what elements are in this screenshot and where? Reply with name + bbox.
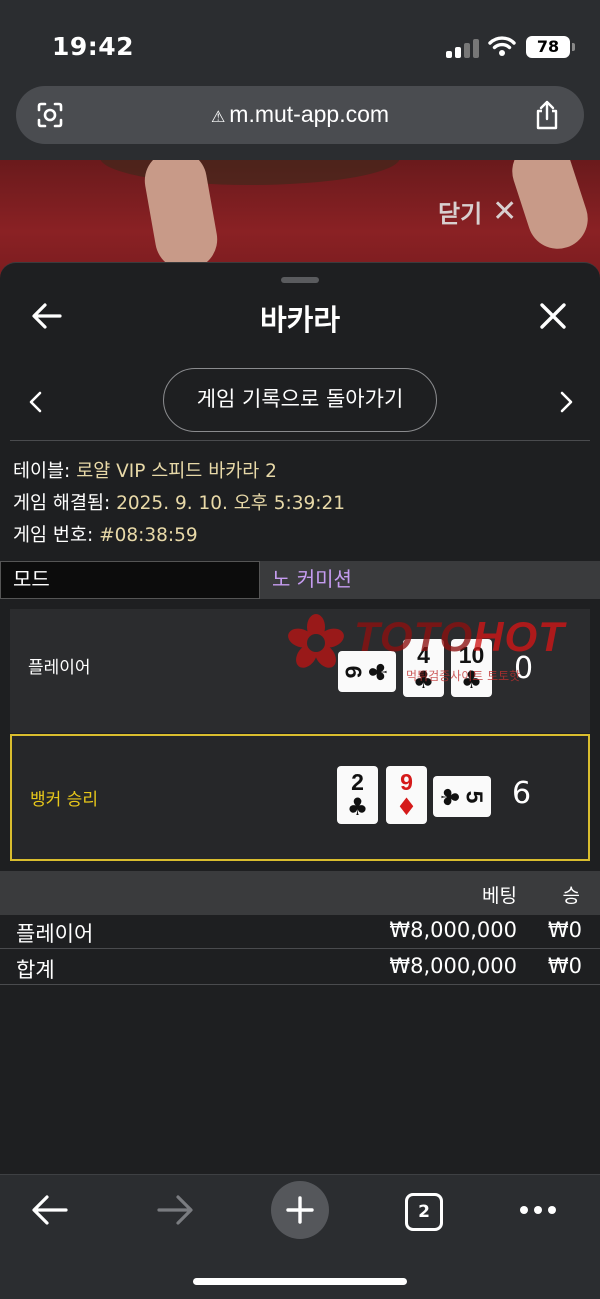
bet-row-win: ₩0: [547, 918, 582, 942]
player-card-3: 10 ♣: [451, 639, 492, 697]
club-suit-icon: ♣: [346, 793, 369, 821]
wifi-icon: [488, 36, 516, 56]
bet-row-amount: ₩8,000,000: [389, 954, 517, 978]
status-bar: 19:42 78: [0, 0, 600, 90]
home-indicator[interactable]: [193, 1278, 407, 1285]
club-suit-icon: ♣: [364, 661, 393, 683]
player-hand: 플레이어 9 ♣ 4 ♣ 10 ♣ 0: [10, 609, 590, 733]
warning-icon: ⚠: [210, 109, 226, 126]
address-bar[interactable]: ⚠ m.mut-app.com: [16, 86, 584, 144]
game-number-value: #08:38:59: [99, 525, 198, 546]
banker-card-1: 2 ♣: [337, 766, 378, 824]
player-card-1: 9 ♣: [338, 651, 396, 692]
battery-icon: 78: [526, 36, 575, 58]
bets-header: 베팅 승: [0, 871, 600, 915]
signal-icon: [446, 38, 480, 58]
banker-score: 6: [512, 776, 532, 811]
mode-value: 노 커미션: [272, 567, 352, 591]
resolved-info: 게임 해결됨: 2025. 9. 10. 오후 5:39:21: [13, 489, 345, 515]
bet-row: 플레이어 ₩8,000,000 ₩0: [0, 915, 600, 949]
card-rank: 5: [461, 790, 488, 804]
share-icon[interactable]: [534, 100, 560, 130]
bet-row-label: 플레이어: [16, 922, 94, 946]
table-info-label: 테이블:: [13, 461, 77, 482]
chevron-right-icon[interactable]: [556, 390, 576, 414]
club-suit-icon: ♣: [460, 666, 483, 694]
divider: [10, 440, 590, 441]
player-card-2: 4 ♣: [403, 639, 444, 697]
more-icon[interactable]: [518, 1203, 558, 1217]
browser-toolbar: 2: [0, 1174, 600, 1299]
resolved-info-label: 게임 해결됨:: [13, 493, 117, 514]
card-rank: 4: [417, 642, 430, 668]
bet-total-row: 합계 ₩8,000,000 ₩0: [0, 951, 600, 985]
win-column-header: 승: [562, 885, 580, 907]
diamond-suit-icon: ♦: [395, 793, 418, 821]
plus-icon: [286, 1196, 314, 1224]
bet-row-win: ₩0: [547, 954, 582, 978]
club-suit-icon: ♣: [412, 666, 435, 694]
table-info: 테이블: 로얄 VIP 스피드 바카라 2: [13, 457, 277, 483]
club-suit-icon: ♣: [435, 786, 464, 808]
game-detail-sheet: 바카라 게임 기록으로 돌아가기 테이블: 로얄 VIP 스피드 바카라 2 게…: [0, 262, 600, 1174]
bet-column-header: 베팅: [482, 885, 517, 907]
banker-label: 뱅커 승리: [30, 790, 98, 810]
background-close-button[interactable]: 닫기 ✕: [438, 194, 517, 229]
sheet-handle[interactable]: [281, 277, 319, 283]
card-rank: 2: [351, 769, 364, 795]
player-score: 0: [514, 651, 534, 686]
close-icon: ✕: [492, 194, 518, 229]
tabs-icon[interactable]: 2: [405, 1193, 443, 1231]
resolved-info-value: 2025. 9. 10. 오후 5:39:21: [116, 493, 346, 514]
url-display[interactable]: ⚠ m.mut-app.com: [16, 101, 584, 128]
forward-arrow-icon[interactable]: [155, 1193, 195, 1227]
table-info-value: 로얄 VIP 스피드 바카라 2: [76, 461, 277, 482]
banker-card-2: 9 ♦: [386, 766, 427, 824]
mode-row: 모드 노 커미션: [0, 561, 600, 599]
mode-label: 모드: [0, 561, 260, 599]
game-number-label: 게임 번호:: [13, 525, 100, 546]
history-nav: 게임 기록으로 돌아가기: [0, 368, 600, 434]
game-number-info: 게임 번호: #08:38:59: [13, 521, 198, 547]
new-tab-button[interactable]: [271, 1181, 329, 1239]
card-rank: 9: [340, 665, 367, 679]
url-text: m.mut-app.com: [229, 101, 390, 127]
card-rank: 9: [400, 769, 413, 795]
sheet-title: 바카라: [259, 303, 341, 337]
banker-card-3: 5 ♣: [433, 776, 491, 817]
bet-row-label: 합계: [16, 958, 55, 982]
banker-hand: 뱅커 승리 2 ♣ 9 ♦ 5 ♣ 6: [10, 734, 590, 861]
chevron-left-icon[interactable]: [26, 390, 46, 414]
status-time: 19:42: [52, 32, 135, 61]
player-label: 플레이어: [28, 658, 91, 678]
close-label: 닫기: [438, 200, 483, 228]
card-rank: 10: [458, 642, 485, 668]
back-to-history-button[interactable]: 게임 기록으로 돌아가기: [163, 368, 437, 432]
bet-row-amount: ₩8,000,000: [389, 918, 517, 942]
back-arrow-icon[interactable]: [30, 1193, 70, 1227]
close-icon[interactable]: [538, 301, 568, 331]
